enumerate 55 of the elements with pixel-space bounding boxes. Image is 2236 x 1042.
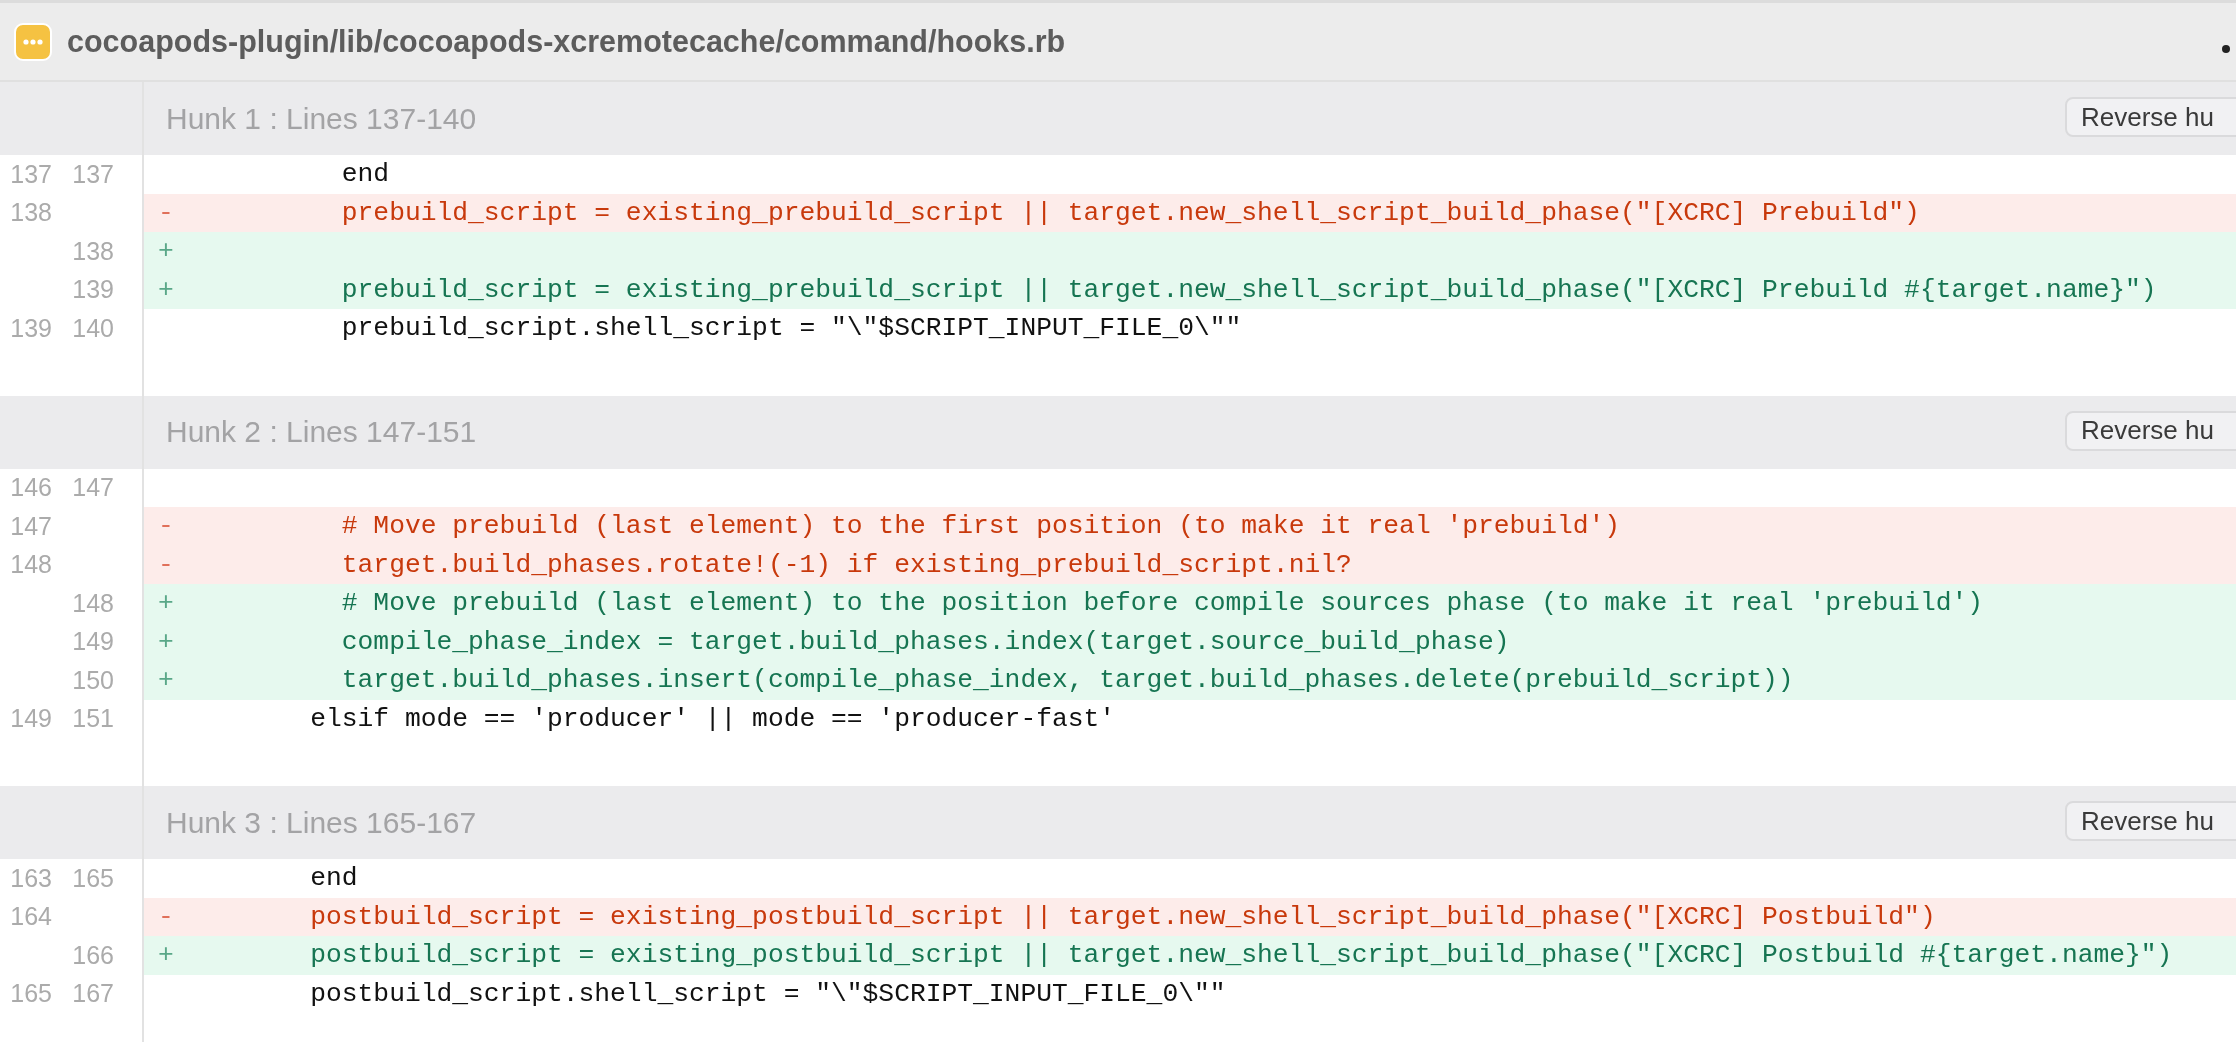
line-number: 167 bbox=[72, 979, 114, 1008]
diff-sign: - bbox=[158, 549, 174, 580]
more-icon[interactable] bbox=[14, 22, 52, 61]
code-text: end bbox=[309, 863, 358, 894]
line-number: 139 bbox=[10, 313, 52, 342]
code-text: prebuild_script = existing_prebuild_script || target.new_shell_script_build_phase("[XCRC] Prebuild #{target.name}") bbox=[340, 274, 2157, 305]
line-number: 137 bbox=[72, 159, 114, 188]
code-text: # Move prebuild (last element) to the position before compile sources phase (to make it real 'prebuild') bbox=[340, 588, 1983, 619]
code-text: # Move prebuild (last element) to the first position (to make it real 'prebuild') bbox=[340, 511, 1621, 542]
diff-sign: - bbox=[158, 511, 174, 542]
line-number: 140 bbox=[72, 313, 114, 342]
code-text: end bbox=[340, 159, 390, 190]
line-number: 149 bbox=[72, 627, 114, 656]
diff-sign: + bbox=[158, 665, 174, 696]
code-text: prebuild_script = existing_prebuild_script || target.new_shell_script_build_phase("[XCRC] Prebuild") bbox=[340, 197, 1920, 228]
diff-sign: - bbox=[158, 197, 174, 228]
line-number: 138 bbox=[72, 236, 114, 265]
diff-sign: + bbox=[158, 626, 174, 657]
line-number: 163 bbox=[10, 863, 52, 892]
line-number: 164 bbox=[10, 902, 52, 931]
diff-sign: - bbox=[158, 901, 174, 932]
reverse-hunk-button[interactable]: Reverse hu bbox=[2065, 801, 2236, 841]
line-number: 148 bbox=[72, 588, 114, 617]
code-text: target.build_phases.insert(compile_phase_index, target.build_phases.delete(prebuild_script)) bbox=[340, 665, 1794, 696]
code-text: postbuild_script = existing_postbuild_script || target.new_shell_script_build_phase("[XCRC] Postbuild #{target.name}") bbox=[309, 940, 2173, 971]
diff-sign: + bbox=[158, 274, 174, 305]
reverse-hunk-button[interactable]: Reverse hu bbox=[2065, 97, 2236, 137]
diff-sign: + bbox=[158, 236, 174, 267]
line-number: 165 bbox=[10, 979, 52, 1008]
hunk-title: Hunk 3 : Lines 165-167 bbox=[166, 805, 477, 840]
code-text: prebuild_script.shell_script = "\"$SCRIPT_INPUT_FILE_0\"" bbox=[340, 313, 1242, 344]
file-path: cocoapods-plugin/lib/cocoapods-xcremotecache/command/hooks.rb bbox=[67, 24, 1066, 59]
code-text: target.build_phases.rotate!(-1) if existing_prebuild_script.nil? bbox=[340, 549, 1352, 580]
reverse-hunk-button[interactable]: Reverse hu bbox=[2065, 410, 2236, 451]
line-number: 139 bbox=[72, 275, 114, 304]
code-text: postbuild_script = existing_postbuild_script || target.new_shell_script_build_phase("[XCRC] Postbuild") bbox=[309, 901, 1936, 932]
line-number: 148 bbox=[10, 550, 52, 579]
code-text: postbuild_script.shell_script = "\"$SCRIPT_INPUT_FILE_0\"" bbox=[309, 978, 1226, 1009]
line-number: 166 bbox=[72, 940, 114, 969]
line-number: 147 bbox=[10, 511, 52, 540]
line-number: 151 bbox=[72, 704, 114, 733]
hunk-title: Hunk 2 : Lines 147-151 bbox=[166, 415, 477, 449]
line-number: 150 bbox=[72, 665, 114, 694]
hunk-title: Hunk 1 : Lines 137-140 bbox=[166, 101, 477, 136]
diff-sign: + bbox=[158, 588, 174, 619]
dot-icon bbox=[2222, 45, 2230, 53]
code-text: compile_phase_index = target.build_phases.index(target.source_build_phase) bbox=[340, 626, 1510, 657]
diff-sign: + bbox=[158, 940, 174, 971]
line-number: 149 bbox=[10, 704, 52, 733]
line-number: 165 bbox=[72, 863, 114, 892]
line-number: 146 bbox=[10, 473, 52, 502]
code-text: elsif mode == 'producer' || mode == 'producer-fast' bbox=[309, 703, 1116, 734]
line-number: 138 bbox=[10, 198, 52, 227]
line-number: 147 bbox=[72, 473, 114, 502]
line-number: 137 bbox=[10, 159, 52, 188]
